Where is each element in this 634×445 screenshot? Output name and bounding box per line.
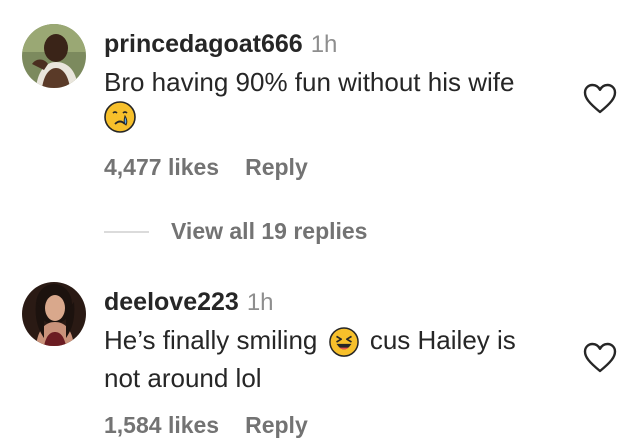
- comment-meta: 4,477 likes Reply: [104, 154, 308, 181]
- comment-meta: 1,584 likes Reply: [104, 412, 308, 439]
- reply-button[interactable]: Reply: [245, 154, 308, 180]
- comment-text: He’s finally smiling cus Hailey is not a…: [104, 321, 516, 397]
- username[interactable]: princedagoat666: [104, 30, 303, 58]
- heart-outline-icon[interactable]: [583, 83, 617, 115]
- comment-header: deelove223 1h: [104, 288, 274, 317]
- heart-outline-icon[interactable]: [583, 342, 617, 374]
- comment-header: princedagoat666 1h: [104, 30, 337, 59]
- view-replies-label: View all 19 replies: [171, 218, 368, 244]
- comment-text: Bro having 90% fun without his wife: [104, 63, 514, 101]
- comment-text-line: Bro having 90% fun without his wife: [104, 67, 515, 97]
- comment-item: deelove223 1h He’s finally smiling cus Ha…: [0, 270, 634, 445]
- likes-count[interactable]: 4,477 likes: [104, 154, 219, 180]
- timestamp: 1h: [310, 31, 338, 58]
- comment-text-part: He’s finally smiling: [104, 325, 318, 355]
- avatar[interactable]: [22, 24, 86, 88]
- crying-face-emoji: [104, 101, 136, 133]
- username[interactable]: deelove223: [104, 288, 239, 316]
- view-replies-button[interactable]: View all 19 replies: [104, 218, 367, 252]
- reply-button[interactable]: Reply: [245, 412, 308, 438]
- timestamp: 1h: [246, 289, 274, 316]
- replies-divider: [104, 230, 149, 233]
- avatar[interactable]: [22, 282, 86, 346]
- likes-count[interactable]: 1,584 likes: [104, 412, 219, 438]
- comment-item: princedagoat666 1h Bro having 90% fun wit…: [0, 0, 634, 200]
- comment-text-part: cus Hailey is: [369, 325, 516, 355]
- comment-text-line: not around lol: [104, 363, 262, 393]
- squinting-laughing-face-emoji: [328, 327, 359, 357]
